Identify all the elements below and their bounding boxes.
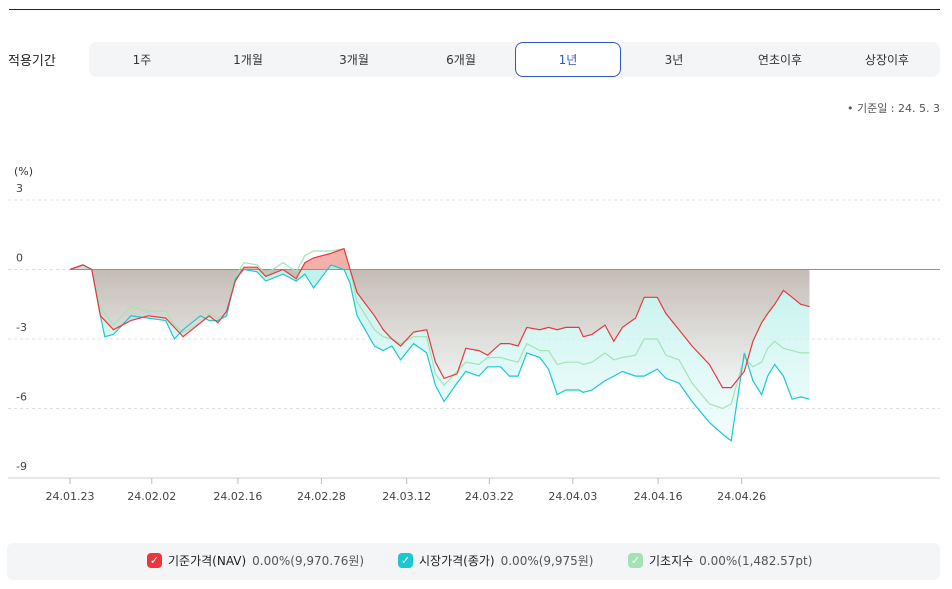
legend-item-nav[interactable]: ✓ 기준가격(NAV) 0.00%(9,970.76원)	[147, 552, 364, 569]
y-tick-label: -3	[16, 321, 27, 334]
series-line-nav	[69, 247, 810, 389]
top-rule	[9, 9, 940, 10]
legend-name: 기초지수	[649, 554, 694, 568]
legend-value: 0.00%(9,975원)	[500, 554, 594, 568]
nav-positive-area	[70, 248, 810, 270]
checkbox-checked-icon[interactable]: ✓	[628, 553, 643, 568]
series-line-market	[69, 264, 810, 443]
y-tick-label: -9	[16, 460, 27, 473]
base-date: • 기준일 : 24. 5. 3	[846, 102, 940, 115]
legend-item-index[interactable]: ✓ 기초지수 0.00%(1,482.57pt)	[628, 552, 812, 569]
x-tick-label: 24.03.12	[382, 490, 431, 503]
period-button-1m[interactable]: 1개월	[195, 42, 301, 77]
period-button-3m[interactable]: 3개월	[301, 42, 407, 77]
x-tick-label: 24.02.16	[213, 490, 262, 503]
market-area	[70, 269, 810, 441]
nav-area	[70, 269, 810, 388]
y-tick-label: 3	[16, 182, 23, 195]
legend-value: 0.00%(9,970.76원)	[252, 554, 365, 568]
x-tick-label: 24.02.28	[297, 490, 346, 503]
series-line-index	[69, 248, 810, 410]
period-selector: 1주 1개월 3개월 6개월 1년 3년 연초이후 상장이후	[89, 42, 940, 77]
legend: ✓ 기준가격(NAV) 0.00%(9,970.76원) ✓ 시장가격(종가) …	[7, 543, 940, 580]
y-unit-label: (%)	[14, 165, 33, 178]
legend-name: 기준가격(NAV)	[168, 554, 247, 568]
market-positive-area	[70, 264, 810, 270]
period-label: 적용기간	[8, 54, 56, 69]
x-tick-label: 24.02.02	[127, 490, 176, 503]
period-button-since-listing[interactable]: 상장이후	[834, 42, 940, 77]
x-tick-label: 24.04.03	[548, 490, 597, 503]
x-tick-label: 24.04.26	[717, 490, 766, 503]
legend-value: 0.00%(1,482.57pt)	[699, 553, 813, 568]
checkbox-checked-icon[interactable]: ✓	[398, 553, 413, 568]
checkbox-checked-icon[interactable]: ✓	[147, 553, 162, 568]
performance-chart: (%) 3 0 -3 -6 -9 24.01.23 24.02.02 24.02.16 24.0…	[8, 165, 940, 503]
y-tick-label: -6	[16, 391, 27, 404]
period-button-1w[interactable]: 1주	[89, 42, 195, 77]
period-button-3y[interactable]: 3년	[621, 42, 727, 77]
x-tick-label: 24.03.22	[465, 490, 514, 503]
period-button-ytd[interactable]: 연초이후	[727, 42, 833, 77]
x-tick-label: 24.01.23	[46, 490, 95, 503]
x-tick-label: 24.04.16	[634, 490, 683, 503]
y-tick-label: 0	[16, 252, 23, 265]
period-button-1y[interactable]: 1년	[515, 42, 621, 77]
legend-name: 시장가격(종가)	[419, 554, 495, 568]
legend-item-market[interactable]: ✓ 시장가격(종가) 0.00%(9,975원)	[398, 552, 594, 569]
period-button-6m[interactable]: 6개월	[408, 42, 514, 77]
